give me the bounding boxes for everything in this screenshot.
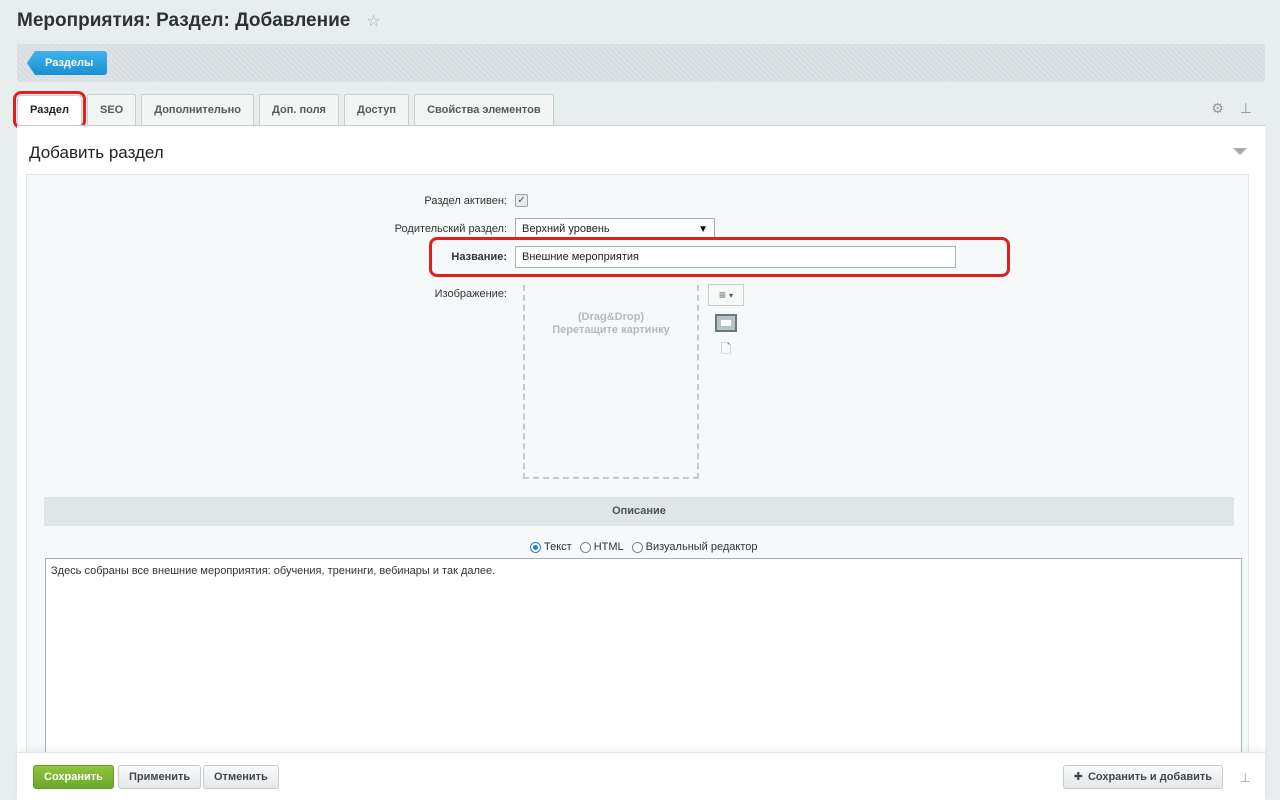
file-icon[interactable]: 🗋: [721, 340, 731, 362]
image-icon[interactable]: [715, 314, 737, 332]
name-input[interactable]: Внешние мероприятия: [515, 246, 956, 268]
radio-text[interactable]: Текст: [530, 541, 572, 553]
description-textarea[interactable]: Здесь собраны все внешние мероприятия: о…: [45, 558, 1242, 763]
description-mode-radios: Текст HTML Визуальный редактор: [530, 541, 758, 553]
image-row: Изображение:: [27, 288, 515, 300]
name-label: Название:: [451, 251, 507, 263]
radio-html[interactable]: HTML: [579, 541, 624, 553]
gear-icon[interactable]: ⚙: [1211, 100, 1224, 117]
pin-icon[interactable]: ⊥: [1240, 770, 1251, 786]
tab-seo[interactable]: SEO: [87, 94, 137, 125]
form-body: Раздел активен: ✓ Родительский раздел: В…: [26, 174, 1249, 764]
form-panel: Добавить раздел Раздел активен: ✓ Родите…: [17, 125, 1265, 764]
tab-additional[interactable]: Дополнительно: [141, 94, 255, 125]
tab-element-properties[interactable]: Свойства элементов: [414, 94, 554, 125]
radio-html-label: HTML: [593, 541, 624, 553]
parent-select-value: Верхний уровень: [522, 223, 610, 235]
active-checkbox[interactable]: ✓: [515, 194, 528, 207]
plus-icon: ✚: [1073, 771, 1083, 783]
image-label: Изображение:: [434, 288, 507, 300]
apply-button[interactable]: Применить: [118, 765, 202, 789]
image-dropzone[interactable]: (Drag&Drop) Перетащите картинку: [523, 285, 699, 479]
breadcrumb-sections-button[interactable]: Разделы: [27, 51, 108, 75]
description-section-title: Описание: [44, 497, 1234, 526]
name-row: Название: Внешние мероприятия: [429, 237, 1010, 277]
parent-select[interactable]: Верхний уровень ▼: [515, 218, 715, 240]
menu-button[interactable]: ≡ ▾: [708, 284, 744, 306]
page-title: Мероприятия: Раздел: Добавление ☆: [17, 10, 381, 32]
parent-label: Родительский раздел:: [394, 223, 507, 235]
tab-bar: Раздел SEO Дополнительно Доп. поля Досту…: [13, 91, 554, 129]
star-icon[interactable]: ☆: [366, 11, 380, 31]
parent-row: Родительский раздел: Верхний уровень ▼: [27, 218, 715, 240]
radio-visual[interactable]: Визуальный редактор: [631, 541, 758, 553]
footer-bar: Сохранить Применить Отменить ✚ Сохранить…: [17, 752, 1265, 800]
collapse-icon[interactable]: [1233, 148, 1247, 155]
page-title-text: Мероприятия: Раздел: Добавление: [17, 10, 351, 31]
chevron-down-icon: ▼: [698, 223, 708, 235]
radio-dot: [631, 541, 643, 553]
save-and-add-label: Сохранить и добавить: [1087, 771, 1212, 783]
radio-text-label: Текст: [544, 541, 572, 553]
cancel-button[interactable]: Отменить: [203, 765, 279, 789]
tab-access[interactable]: Доступ: [343, 94, 410, 125]
save-button[interactable]: Сохранить: [33, 765, 114, 789]
radio-visual-label: Визуальный редактор: [645, 541, 758, 553]
pin-icon[interactable]: ⊥: [1240, 100, 1252, 117]
panel-heading: Добавить раздел: [29, 143, 164, 162]
tab-section[interactable]: Раздел: [13, 91, 86, 129]
active-label: Раздел активен:: [424, 194, 507, 207]
tab-extra-fields[interactable]: Доп. поля: [259, 94, 339, 125]
active-row: Раздел активен: ✓: [27, 194, 528, 207]
chevron-down-icon: ▾: [729, 290, 734, 300]
dropzone-line-1: (Drag&Drop): [578, 311, 644, 323]
hamburger-icon: ≡: [718, 288, 726, 302]
radio-dot: [579, 541, 591, 553]
radio-dot: [530, 541, 541, 553]
save-and-add-button[interactable]: ✚ Сохранить и добавить: [1062, 765, 1223, 789]
image-tools: ≡ ▾ 🗋: [708, 284, 744, 362]
tab-tools: ⚙ ⊥: [1211, 100, 1252, 117]
dropzone-line-2: Перетащите картинку: [552, 324, 670, 336]
breadcrumb: Разделы: [17, 44, 1265, 82]
